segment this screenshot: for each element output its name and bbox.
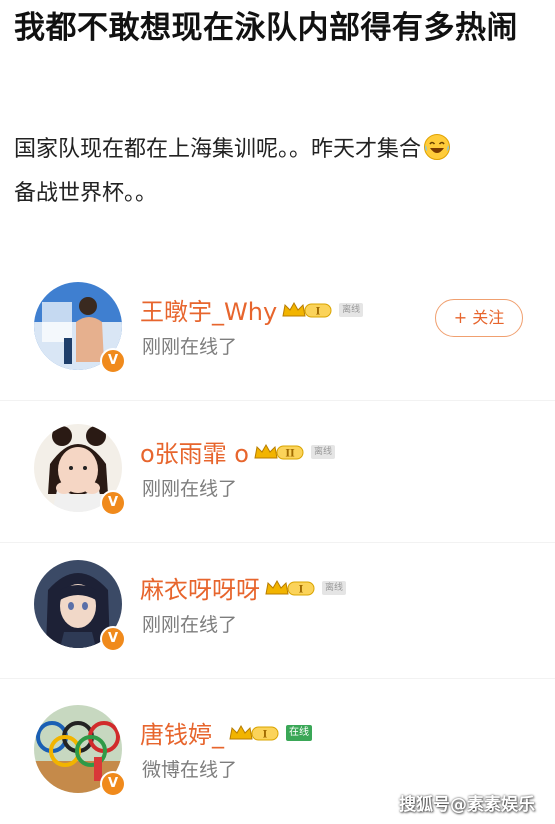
- status-tag: 离线: [322, 580, 347, 595]
- online-status: 刚刚在线了: [142, 614, 238, 636]
- divider: [0, 542, 555, 543]
- avatar[interactable]: V: [34, 560, 126, 652]
- username[interactable]: 麻衣呀呀呀 I 离线: [140, 570, 347, 605]
- username[interactable]: o张雨霏 o II 离线: [140, 434, 336, 469]
- username[interactable]: 王暾宇_Why I 离线: [140, 292, 364, 327]
- post-body: 国家队现在都在上海集训呢。。昨天才集合 备战世界杯。。: [14, 128, 542, 216]
- level-label: I: [299, 584, 304, 595]
- verified-badge: V: [100, 626, 126, 652]
- status-tag: 在线: [286, 724, 312, 741]
- verified-badge: V: [100, 771, 126, 797]
- avatar[interactable]: V: [34, 282, 126, 374]
- avatar[interactable]: V: [34, 424, 126, 516]
- crown-level-badge-icon: I: [281, 299, 333, 321]
- laughing-tears-emoji-icon: [423, 133, 451, 161]
- post-body-line2: 备战世界杯。。: [14, 181, 158, 206]
- level-label: I: [263, 729, 268, 740]
- verified-badge: V: [100, 348, 126, 374]
- divider: [0, 400, 555, 401]
- user-row[interactable]: V 麻衣呀呀呀 I 离线 刚刚在线了: [0, 560, 555, 670]
- username[interactable]: 唐钱婷_ I 在线: [140, 715, 312, 750]
- user-row[interactable]: V o张雨霏 o II 离线 刚刚在线了: [0, 424, 555, 534]
- divider: [0, 678, 555, 679]
- verified-badge: V: [100, 490, 126, 516]
- watermark: 搜狐号@素素娱乐: [399, 795, 535, 815]
- level-label: II: [285, 448, 295, 459]
- crown-level-badge-icon: II: [253, 441, 305, 463]
- online-status: 微博在线了: [142, 759, 238, 781]
- crown-level-badge-icon: I: [228, 722, 280, 744]
- post-body-line1: 国家队现在都在上海集训呢。。昨天才集合: [14, 137, 422, 162]
- online-status: 刚刚在线了: [142, 336, 238, 358]
- weibo-post-screenshot: 我都不敢想现在泳队内部得有多热闹 国家队现在都在上海集训呢。。昨天才集合 备战世…: [0, 0, 555, 824]
- follow-button[interactable]: + 关注: [435, 299, 523, 337]
- status-tag: 离线: [339, 302, 364, 317]
- avatar[interactable]: V: [34, 705, 126, 797]
- status-tag: 离线: [311, 444, 336, 459]
- level-label: I: [316, 306, 321, 317]
- user-row[interactable]: V 王暾宇_Why I 离线 刚刚在线了 + 关注: [0, 282, 555, 392]
- crown-level-badge-icon: I: [264, 577, 316, 599]
- online-status: 刚刚在线了: [142, 478, 238, 500]
- post-title: 我都不敢想现在泳队内部得有多热闹: [14, 10, 518, 46]
